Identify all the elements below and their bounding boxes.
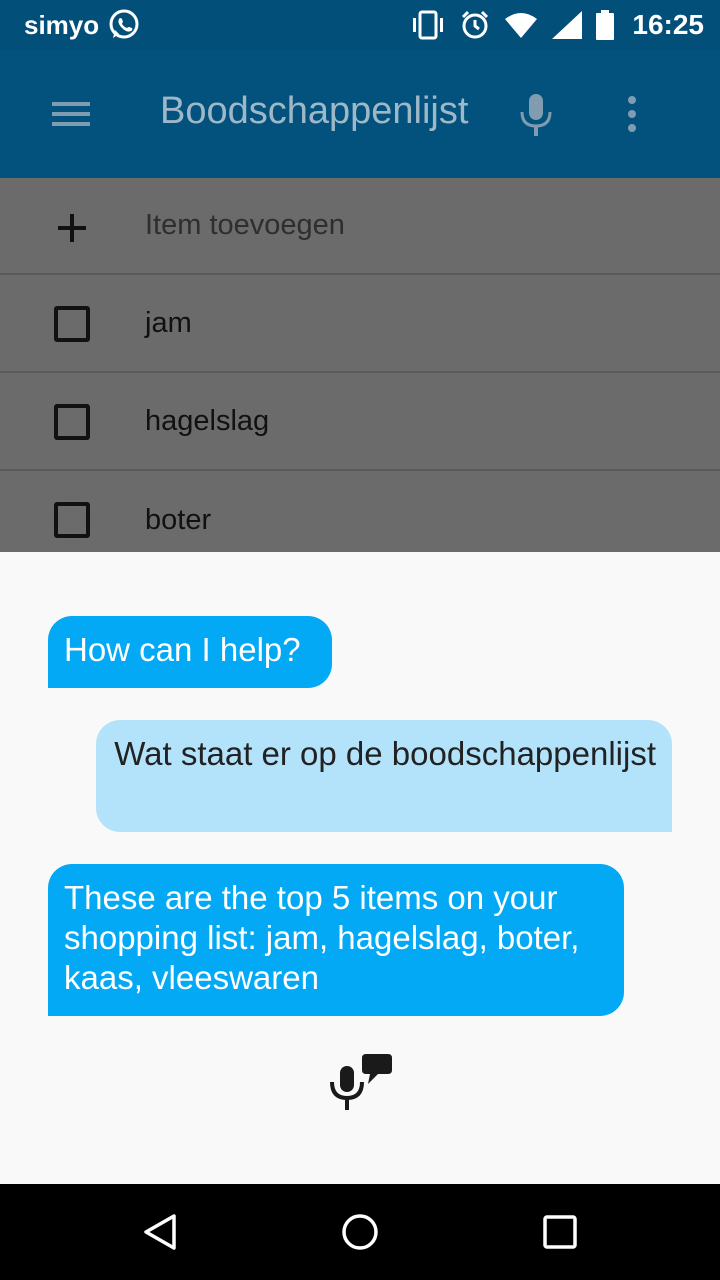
- vibrate-icon: [413, 10, 444, 40]
- alarm-icon: [462, 10, 489, 39]
- recents-icon[interactable]: [542, 1214, 578, 1250]
- checkbox[interactable]: [54, 404, 90, 440]
- menu-icon[interactable]: [52, 98, 92, 132]
- wifi-icon: [505, 13, 538, 38]
- list-item[interactable]: hagelslag: [0, 374, 720, 471]
- clock: 16:25: [632, 9, 704, 40]
- user-message: Wat staat er op de boodschappenlijst: [96, 720, 672, 832]
- status-bar: simyo 16:25: [0, 0, 720, 50]
- add-icon: [58, 214, 86, 242]
- add-item-label: Item toevoegen: [145, 209, 345, 241]
- add-item-row[interactable]: Item toevoegen: [0, 178, 720, 275]
- more-vert-icon[interactable]: [622, 94, 642, 134]
- app-bar: Boodschappenlijst: [0, 50, 720, 178]
- signal-icon: [552, 11, 583, 39]
- list-item-label: jam: [145, 307, 192, 339]
- battery-icon: [596, 10, 615, 40]
- home-icon[interactable]: [340, 1212, 380, 1252]
- voice-assistant-icon[interactable]: [326, 1052, 396, 1116]
- list-item[interactable]: jam: [0, 276, 720, 373]
- whatsapp-icon: [109, 9, 139, 39]
- checkbox[interactable]: [54, 502, 90, 538]
- back-icon[interactable]: [140, 1212, 180, 1252]
- list-item-label: hagelslag: [145, 405, 270, 437]
- mic-icon[interactable]: [518, 92, 554, 140]
- assistant-message: How can I help?: [48, 616, 332, 688]
- assistant-message: These are the top 5 items on your shoppi…: [48, 864, 624, 1016]
- navigation-bar: [0, 1184, 720, 1280]
- list-item-label: boter: [145, 504, 212, 536]
- app-title: Boodschappenlijst: [160, 90, 469, 132]
- checkbox[interactable]: [54, 306, 90, 342]
- carrier-name: simyo: [24, 9, 100, 40]
- shopping-list: Item toevoegen jam hagelslag boter: [0, 178, 720, 552]
- assistant-sheet: How can I help? Wat staat er op de boods…: [0, 552, 720, 1184]
